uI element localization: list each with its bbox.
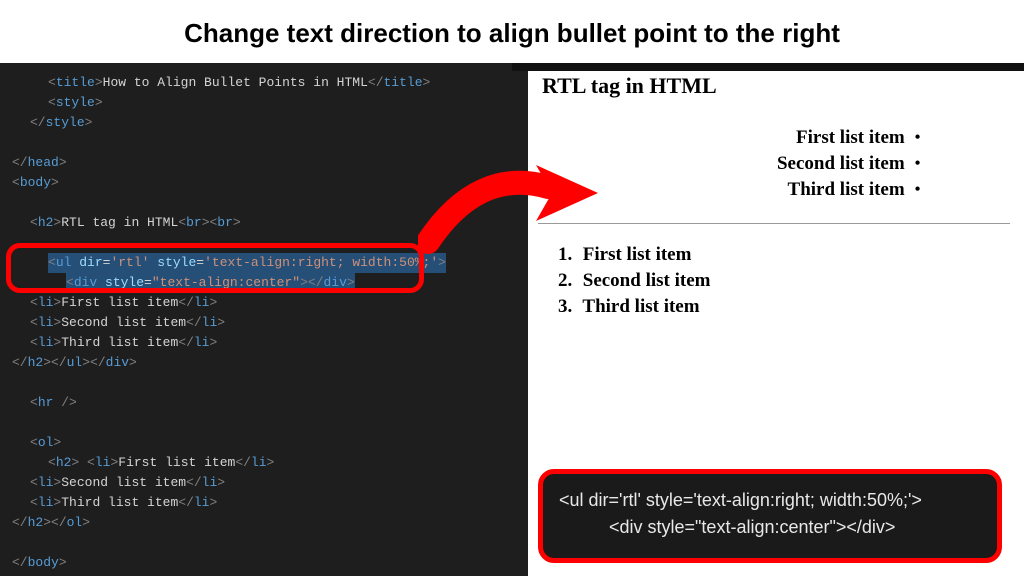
code-line[interactable]: [12, 133, 512, 153]
code-line[interactable]: [12, 193, 512, 213]
code-line[interactable]: </body>: [12, 553, 512, 573]
top-dark-bar: [512, 63, 1024, 71]
code-line[interactable]: <ol>: [12, 433, 512, 453]
code-line[interactable]: [12, 373, 512, 393]
snippet-line-1: <ul dir='rtl' style='text-align:right; w…: [559, 490, 983, 511]
list-item: 1. First list item: [558, 242, 1010, 268]
code-line[interactable]: <title>How to Align Bullet Points in HTM…: [12, 73, 512, 93]
code-line[interactable]: [12, 413, 512, 433]
snippet-line-2: <div style="text-align:center"></div>: [559, 517, 983, 538]
list-item: First list item•: [628, 125, 921, 151]
code-line[interactable]: <li>Second list item</li>: [12, 473, 512, 493]
page-title: Change text direction to align bullet po…: [0, 0, 1024, 63]
code-line[interactable]: </head>: [12, 153, 512, 173]
preview-pane: RTL tag in HTML First list item•Second l…: [512, 63, 1024, 576]
code-line[interactable]: [12, 233, 512, 253]
code-line[interactable]: <li>Third list item</li>: [12, 333, 512, 353]
code-line[interactable]: <h2> <li>First list item</li>: [12, 453, 512, 473]
bullet-icon: •: [915, 177, 921, 203]
code-line[interactable]: <div style="text-align:center"></div>: [12, 273, 512, 293]
code-line[interactable]: <body>: [12, 173, 512, 193]
code-line[interactable]: </h2></ul></div>: [12, 353, 512, 373]
rtl-bullet-list: First list item•Second list item•Third l…: [628, 125, 921, 203]
ordered-list: 1. First list item2. Second list item3. …: [558, 242, 1010, 320]
code-line[interactable]: <hr />: [12, 393, 512, 413]
code-line[interactable]: <li>Third list item</li>: [12, 493, 512, 513]
code-snippet-box: <ul dir='rtl' style='text-align:right; w…: [538, 469, 1002, 563]
code-line[interactable]: <li>Second list item</li>: [12, 313, 512, 333]
list-item: 2. Second list item: [558, 268, 1010, 294]
code-line[interactable]: </h2></ol>: [12, 513, 512, 533]
code-line[interactable]: <li>First list item</li>: [12, 293, 512, 313]
preview-heading: RTL tag in HTML: [542, 73, 1010, 99]
code-line[interactable]: </style>: [12, 113, 512, 133]
list-item: Second list item•: [628, 151, 921, 177]
code-line[interactable]: <h2>RTL tag in HTML<br><br>: [12, 213, 512, 233]
list-item: 3. Third list item: [558, 294, 1010, 320]
bullet-icon: •: [915, 125, 921, 151]
code-line[interactable]: <ul dir='rtl' style='text-align:right; w…: [12, 253, 512, 273]
code-line[interactable]: <style>: [12, 93, 512, 113]
code-line[interactable]: [12, 533, 512, 553]
bullet-icon: •: [915, 151, 921, 177]
list-item: Third list item•: [628, 177, 921, 203]
code-editor[interactable]: <title>How to Align Bullet Points in HTM…: [0, 63, 512, 576]
divider-strip: [512, 63, 528, 576]
horizontal-rule: [538, 223, 1010, 224]
